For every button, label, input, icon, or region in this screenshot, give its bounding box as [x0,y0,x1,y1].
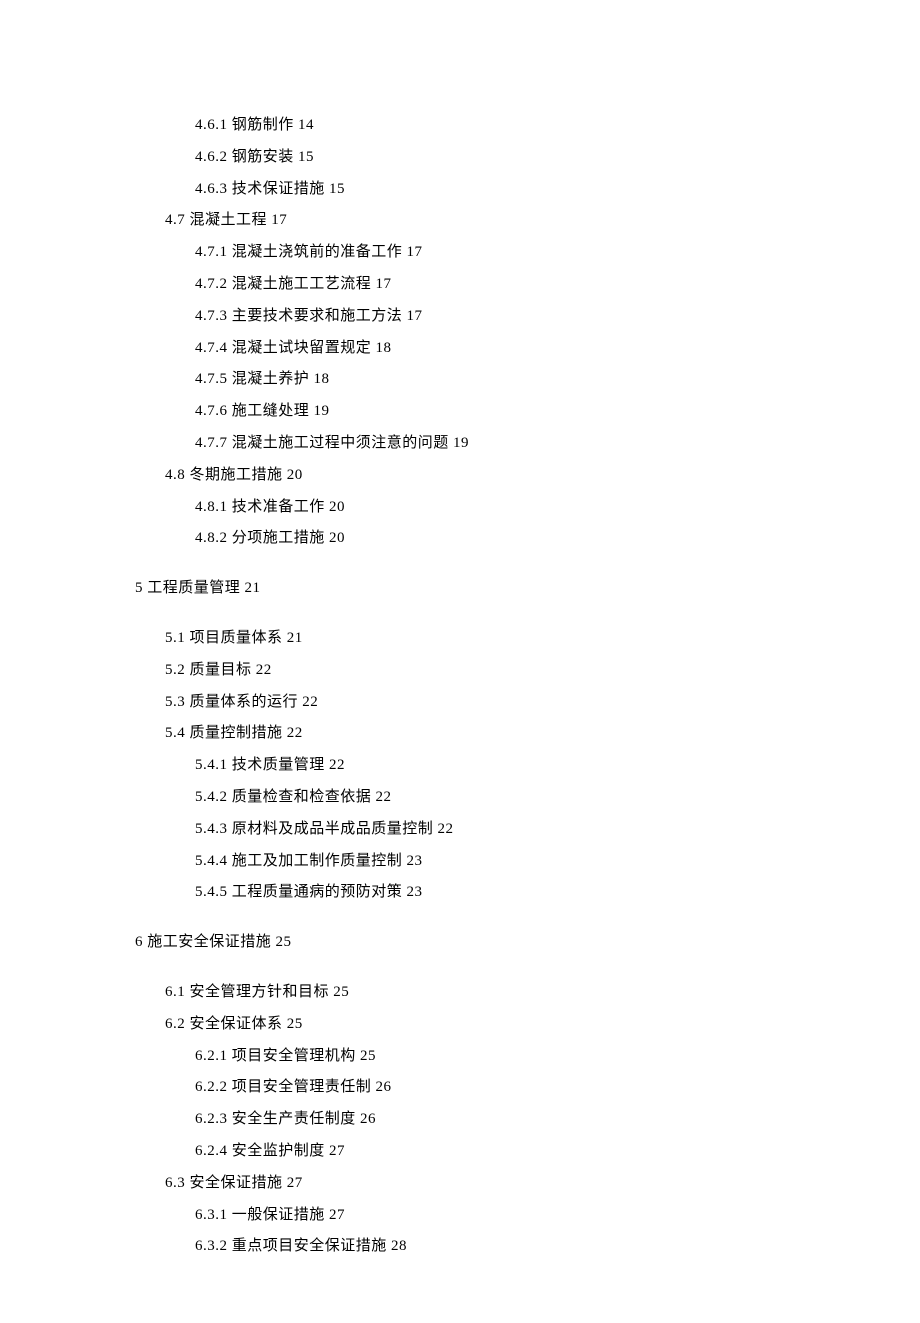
toc-entry: 5 工程质量管理 21 [135,573,920,605]
toc-entry: 6.1 安全管理方针和目标 25 [135,977,920,1009]
toc-entry: 4.8 冬期施工措施 20 [135,460,920,492]
toc-entry: 6 施工安全保证措施 25 [135,927,920,959]
toc-entry: 4.7.4 混凝土试块留置规定 18 [135,333,920,365]
toc-entry: 6.2.1 项目安全管理机构 25 [135,1041,920,1073]
toc-entry: 4.8.1 技术准备工作 20 [135,492,920,524]
toc-entry: 5.3 质量体系的运行 22 [135,687,920,719]
toc-container: 4.6.1 钢筋制作 144.6.2 钢筋安装 154.6.3 技术保证措施 1… [0,110,920,1263]
toc-entry: 4.7.1 混凝土浇筑前的准备工作 17 [135,237,920,269]
toc-entry: 5.1 项目质量体系 21 [135,623,920,655]
toc-entry: 5.4.4 施工及加工制作质量控制 23 [135,846,920,878]
toc-entry: 4.7 混凝土工程 17 [135,205,920,237]
toc-entry: 6.2 安全保证体系 25 [135,1009,920,1041]
toc-entry: 4.6.1 钢筋制作 14 [135,110,920,142]
toc-entry: 5.4.3 原材料及成品半成品质量控制 22 [135,814,920,846]
toc-entry: 6.2.2 项目安全管理责任制 26 [135,1072,920,1104]
toc-entry: 6.3.1 一般保证措施 27 [135,1200,920,1232]
toc-entry: 4.7.3 主要技术要求和施工方法 17 [135,301,920,333]
toc-entry: 4.7.5 混凝土养护 18 [135,364,920,396]
toc-entry: 4.6.2 钢筋安装 15 [135,142,920,174]
toc-entry: 6.2.3 安全生产责任制度 26 [135,1104,920,1136]
toc-entry: 6.3.2 重点项目安全保证措施 28 [135,1231,920,1263]
toc-entry: 5.4.1 技术质量管理 22 [135,750,920,782]
toc-entry: 4.7.2 混凝土施工工艺流程 17 [135,269,920,301]
toc-entry: 4.7.6 施工缝处理 19 [135,396,920,428]
toc-entry: 4.6.3 技术保证措施 15 [135,174,920,206]
toc-entry: 4.7.7 混凝土施工过程中须注意的问题 19 [135,428,920,460]
toc-entry: 5.2 质量目标 22 [135,655,920,687]
toc-entry: 6.3 安全保证措施 27 [135,1168,920,1200]
toc-entry: 5.4 质量控制措施 22 [135,718,920,750]
toc-entry: 5.4.5 工程质量通病的预防对策 23 [135,877,920,909]
toc-entry: 5.4.2 质量检查和检查依据 22 [135,782,920,814]
toc-entry: 4.8.2 分项施工措施 20 [135,523,920,555]
toc-entry: 6.2.4 安全监护制度 27 [135,1136,920,1168]
